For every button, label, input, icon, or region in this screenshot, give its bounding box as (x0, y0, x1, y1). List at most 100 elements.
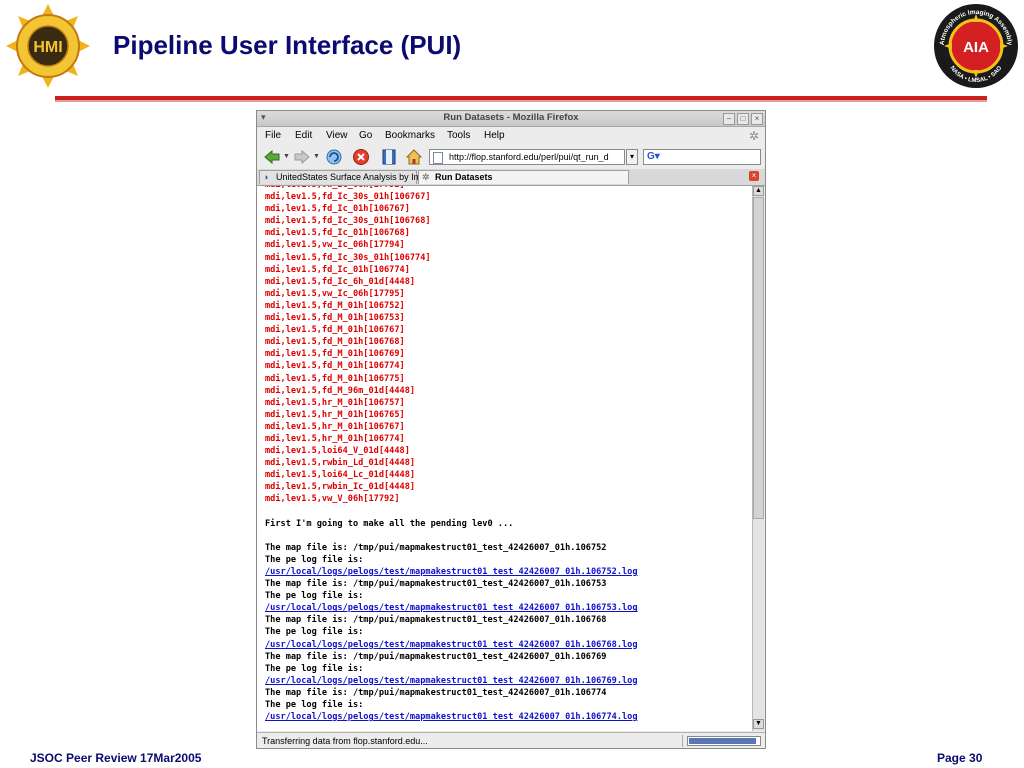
menu-file[interactable]: File (265, 130, 281, 141)
window-titlebar[interactable]: ▾ Run Datasets - Mozilla Firefox – □ × (257, 111, 765, 127)
tab-label: Run Datasets (435, 172, 493, 182)
tab-surface-analysis[interactable]: ◑ UnitedStates Surface Analysis by In... (259, 170, 426, 184)
title-rule (55, 96, 987, 102)
back-arrow-icon[interactable] (263, 148, 281, 166)
dataset-line: mdi,lev1.5,vw_Ic_06h[17795] (265, 288, 405, 299)
search-box[interactable]: G▾ (643, 149, 761, 165)
tab-close-icon[interactable]: × (749, 171, 759, 181)
status-separator (682, 735, 683, 747)
dataset-line: mdi,lev1.5,loi64_Lc_01d[4448] (265, 470, 416, 481)
dataset-line: mdi,lev1.5,rwbin_Ic_01d[4448] (265, 482, 416, 493)
forward-history-dropdown-icon[interactable]: ▼ (313, 153, 320, 160)
aia-logo: AIA Atmospheric Imaging Assembly NASA • … (934, 4, 1018, 88)
output-line: The map file is: /tmp/pui/mapmakestruct0… (265, 651, 607, 662)
loading-icon: ✲ (422, 172, 430, 182)
dataset-line: mdi,lev1.5,vw_Ic_06h[17794] (265, 240, 405, 251)
output-line: The pe log file is: (265, 700, 364, 711)
dataset-line: mdi,lev1.5,fd_M_01h[106753] (265, 313, 405, 324)
dataset-line: mdi,lev1.5,fd_Ic_30s_01h[106767] (265, 192, 431, 203)
aia-logo-text: AIA (963, 39, 989, 56)
menu-tools[interactable]: Tools (447, 130, 470, 141)
forward-arrow-icon[interactable] (293, 148, 311, 166)
dataset-line: mdi,lev1.5,rwbin_Ld_01d[4448] (265, 458, 416, 469)
vertical-scrollbar[interactable]: ▲ ▼ (752, 186, 764, 731)
dataset-line: mdi,lev1.5,hr_M_01h[106757] (265, 397, 405, 408)
output-line: The map file is: /tmp/pui/mapmakestruct0… (265, 542, 607, 553)
dataset-line: mdi,lev1.5,hr_M_01h[106765] (265, 409, 405, 420)
output-line: The map file is: /tmp/pui/mapmakestruct0… (265, 687, 607, 698)
hmi-logo-text: HMI (33, 39, 62, 56)
log-file-link[interactable]: /usr/local/logs/pelogs/test/mapmakestruc… (265, 711, 638, 723)
log-file-link[interactable]: /usr/local/logs/pelogs/test/mapmakestruc… (265, 566, 638, 578)
log-file-link[interactable]: /usr/local/logs/pelogs/test/mapmakestruc… (265, 602, 638, 614)
menubar: File Edit View Go Bookmarks Tools Help ✲ (257, 127, 765, 145)
menu-go[interactable]: Go (359, 130, 372, 141)
throbber-icon: ✲ (749, 129, 760, 143)
log-file-link[interactable]: /usr/local/logs/pelogs/test/mapmakestruc… (265, 639, 638, 651)
dataset-line: mdi,lev1.5,fd_M_01h[106752] (265, 300, 405, 311)
output-line: The pe log file is: (265, 554, 364, 565)
scroll-up-icon[interactable]: ▲ (753, 186, 764, 196)
google-search-icon[interactable]: G▾ (647, 151, 660, 162)
dataset-line: mdi,lev1.5,fd_M_01h[106774] (265, 361, 405, 372)
dataset-line: mdi,lev1.5,hr_M_01h[106767] (265, 421, 405, 432)
status-text: Transferring data from flop.stanford.edu… (262, 736, 428, 746)
minimize-icon[interactable]: – (723, 113, 735, 125)
scroll-thumb[interactable] (753, 197, 764, 519)
footer-left: JSOC Peer Review 17Mar2005 (30, 751, 202, 765)
output-lines: mdi,lev1.5,vw_Ic_06h[17792]mdi,lev1.5,fd… (265, 186, 638, 723)
bookmark-icon[interactable] (380, 148, 398, 166)
menu-edit[interactable]: Edit (295, 130, 312, 141)
progress-bar (687, 736, 761, 746)
dataset-line: mdi,lev1.5,hr_M_01h[106774] (265, 433, 405, 444)
output-line: First I'm going to make all the pending … (265, 518, 514, 529)
tab-label: UnitedStates Surface Analysis by In... (276, 172, 427, 182)
back-history-dropdown-icon[interactable]: ▼ (283, 153, 290, 160)
dataset-line: mdi,lev1.5,fd_Ic_6h_01d[4448] (265, 276, 416, 287)
close-icon[interactable]: × (751, 113, 763, 125)
dataset-line: mdi,lev1.5,fd_Ic_30s_01h[106768] (265, 216, 431, 227)
scroll-down-icon[interactable]: ▼ (753, 719, 764, 729)
maximize-icon[interactable]: □ (737, 113, 749, 125)
dataset-line: mdi,lev1.5,fd_Ic_01h[106767] (265, 204, 410, 215)
stop-icon[interactable] (352, 148, 370, 166)
page-content: mdi,lev1.5,vw_Ic_06h[17792]mdi,lev1.5,fd… (257, 186, 752, 731)
weather-site-icon: ◑ (263, 172, 269, 182)
footer-right: Page 30 (937, 751, 983, 765)
output-line: The pe log file is: (265, 591, 364, 602)
status-bar: Transferring data from flop.stanford.edu… (257, 732, 765, 749)
dataset-line: mdi,lev1.5,fd_M_01h[106768] (265, 337, 405, 348)
url-text[interactable]: http://flop.stanford.edu/perl/pui/qt_run… (449, 152, 621, 162)
menu-bookmarks[interactable]: Bookmarks (385, 130, 435, 141)
url-bar[interactable]: http://flop.stanford.edu/perl/pui/qt_run… (429, 149, 625, 165)
browser-window: ▾ Run Datasets - Mozilla Firefox – □ × F… (256, 110, 766, 749)
dataset-line: mdi,lev1.5,fd_M_01h[106769] (265, 349, 405, 360)
tab-run-datasets[interactable]: ✲ Run Datasets (418, 170, 629, 184)
output-line: The map file is: /tmp/pui/mapmakestruct0… (265, 579, 607, 590)
window-title: Run Datasets - Mozilla Firefox (443, 112, 579, 123)
dataset-line: mdi,lev1.5,loi64_V_01d[4448] (265, 446, 410, 457)
menu-help[interactable]: Help (484, 130, 505, 141)
output-line: The pe log file is: (265, 663, 364, 674)
navigation-toolbar: ▼ ▼ http://flop.stanford.edu/perl/pui/qt… (257, 145, 765, 170)
dataset-line: mdi,lev1.5,fd_M_01h[106767] (265, 325, 405, 336)
progress-fill (689, 738, 756, 744)
dataset-line: mdi,lev1.5,fd_M_96m_01d[4448] (265, 385, 416, 396)
output-line: The pe log file is: (265, 627, 364, 638)
menu-view[interactable]: View (326, 130, 348, 141)
url-dropdown-icon[interactable]: ▾ (626, 149, 638, 165)
dataset-line: mdi,lev1.5,fd_M_01h[106775] (265, 373, 405, 384)
log-file-link[interactable]: /usr/local/logs/pelogs/test/mapmakestruc… (265, 675, 638, 687)
dataset-line: mdi,lev1.5,fd_Ic_30s_01h[106774] (265, 252, 431, 263)
slide-title: Pipeline User Interface (PUI) (113, 30, 462, 60)
reload-icon[interactable] (325, 148, 343, 166)
home-icon[interactable] (405, 148, 423, 166)
tab-bar: ◑ UnitedStates Surface Analysis by In...… (257, 169, 765, 186)
page-icon (433, 152, 443, 164)
dataset-line: mdi,lev1.5,fd_Ic_01h[106774] (265, 264, 410, 275)
dataset-line: mdi,lev1.5,fd_Ic_01h[106768] (265, 228, 410, 239)
output-line: The map file is: /tmp/pui/mapmakestruct0… (265, 615, 607, 626)
dataset-line: mdi,lev1.5,vw_V_06h[17792] (265, 494, 400, 505)
